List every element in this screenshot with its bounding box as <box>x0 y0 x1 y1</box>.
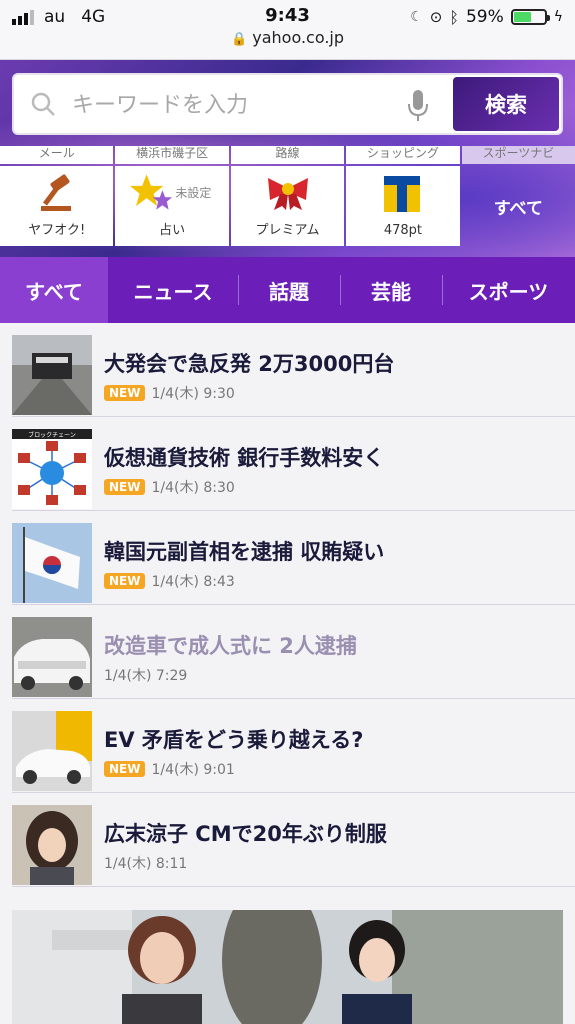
news-thumbnail: ブロックチェーン <box>12 429 92 509</box>
tab-news[interactable]: ニュース <box>108 257 238 323</box>
news-tabs: すべて ニュース 話題 芸能 スポーツ <box>0 257 575 323</box>
news-date: 1/4(木) 8:11 <box>104 856 188 872</box>
news-item[interactable]: ブロックチェーン 仮想通貨技術 銀行手数料安く NEW 1/4(木) 8:30 <box>12 417 575 511</box>
battery-icon <box>510 9 550 25</box>
news-headline: 大発会で急反発 2万3000円台 <box>104 352 395 376</box>
feature-photo[interactable] <box>12 910 563 1024</box>
news-meta: NEW 1/4(木) 9:30 <box>104 383 235 403</box>
microphone-icon[interactable] <box>407 89 429 123</box>
service-fortune-label: 占い <box>159 223 186 238</box>
services-row: ヤフオク! 未設定 占い プレミアム 478pt すべて <box>0 166 575 246</box>
news-meta: NEW 1/4(木) 8:43 <box>104 571 235 591</box>
status-right: ☾ ⊙ ᛒ 59% ϟ <box>410 7 563 27</box>
blockchain-label: ブロックチェーン <box>28 431 76 439</box>
service-premium-label: プレミアム <box>255 223 320 238</box>
search-input[interactable] <box>70 89 400 121</box>
news-item[interactable]: 韓国元副首相を逮捕 収賄疑い NEW 1/4(木) 8:43 <box>12 511 575 605</box>
news-meta: NEW 1/4(木) 9:01 <box>104 759 235 779</box>
news-item[interactable]: 大発会で急反発 2万3000円台 NEW 1/4(木) 9:30 <box>12 323 575 417</box>
news-date: 1/4(木) 9:01 <box>151 762 235 778</box>
news-date: 1/4(木) 8:30 <box>151 480 235 496</box>
service-shopping[interactable]: ショッピング <box>346 146 460 164</box>
service-tpoint-label: 478pt <box>383 223 422 238</box>
news-date: 1/4(木) 8:43 <box>151 574 235 590</box>
services-top-row: メール 横浜市磯子区 路線 ショッピング スポーツナビ <box>0 146 575 164</box>
news-date: 1/4(木) 7:29 <box>104 668 188 684</box>
tpoint-icon <box>384 176 421 212</box>
news-headline: 広末涼子 CMで20年ぶり制服 <box>104 822 387 846</box>
status-bar: au 4G 9:43 🔒 yahoo.co.jp ☾ ⊙ ᛒ 59% ϟ <box>0 0 575 60</box>
bluetooth-icon: ᛒ <box>449 7 459 27</box>
news-thumbnail <box>12 711 92 791</box>
service-fortune[interactable]: 未設定 占い <box>115 166 229 246</box>
news-thumbnail <box>12 523 92 603</box>
battery-percent: 59% <box>465 7 504 27</box>
tab-entertainment[interactable]: 芸能 <box>340 257 442 323</box>
news-headline: 韓国元副首相を逮捕 収賄疑い <box>104 540 385 564</box>
auction-hammer-icon <box>41 174 71 211</box>
address-bar[interactable]: 🔒 yahoo.co.jp <box>0 28 575 47</box>
search-icon <box>31 92 55 116</box>
lock-icon: 🔒 <box>230 32 248 47</box>
service-auction-label: ヤフオク! <box>28 223 86 238</box>
service-local[interactable]: 横浜市磯子区 <box>115 146 229 164</box>
stars-icon <box>130 174 173 210</box>
news-item[interactable]: 広末涼子 CMで20年ぶり制服 1/4(木) 8:11 <box>12 793 575 887</box>
news-headline: 改造車で成人式に 2人逮捕 <box>104 634 357 658</box>
news-thumbnail <box>12 335 92 415</box>
tab-topics[interactable]: 話題 <box>238 257 340 323</box>
news-item[interactable]: 改造車で成人式に 2人逮捕 1/4(木) 7:29 <box>12 605 575 699</box>
new-badge: NEW <box>104 385 146 401</box>
ribbon-icon <box>267 178 308 210</box>
service-sportsnavi[interactable]: スポーツナビ <box>461 146 575 164</box>
fortune-unset-label: 未設定 <box>175 186 212 200</box>
news-headline: 仮想通貨技術 銀行手数料安く <box>104 446 385 470</box>
service-premium[interactable]: プレミアム <box>230 166 345 246</box>
service-tpoint[interactable]: 478pt <box>346 166 460 246</box>
new-badge: NEW <box>104 573 146 589</box>
moon-icon: ☾ <box>410 9 423 25</box>
search-bar: 検索 <box>12 73 563 135</box>
new-badge: NEW <box>104 761 146 777</box>
orientation-lock-icon: ⊙ <box>429 8 443 26</box>
news-list: 大発会で急反発 2万3000円台 NEW 1/4(木) 9:30 ブロックチェー… <box>0 323 575 887</box>
service-mail[interactable]: メール <box>0 146 114 164</box>
search-button[interactable]: 検索 <box>453 77 559 131</box>
news-item[interactable]: EV 矛盾をどう乗り越える? NEW 1/4(木) 9:01 <box>12 699 575 793</box>
url-text: yahoo.co.jp <box>252 28 345 47</box>
tab-sports[interactable]: スポーツ <box>442 257 575 323</box>
service-auction[interactable]: ヤフオク! <box>0 166 114 246</box>
charging-icon: ϟ <box>553 9 563 25</box>
news-meta: 1/4(木) 8:11 <box>104 853 187 873</box>
service-transit[interactable]: 路線 <box>230 146 345 164</box>
news-meta: NEW 1/4(木) 8:30 <box>104 477 235 497</box>
news-meta: 1/4(木) 7:29 <box>104 665 187 685</box>
new-badge: NEW <box>104 479 146 495</box>
news-thumbnail <box>12 805 92 885</box>
news-date: 1/4(木) 9:30 <box>151 386 235 402</box>
tab-all[interactable]: すべて <box>0 257 108 323</box>
news-headline: EV 矛盾をどう乗り越える? <box>104 728 364 752</box>
services-all-button[interactable]: すべて <box>462 166 575 246</box>
news-thumbnail <box>12 617 92 697</box>
